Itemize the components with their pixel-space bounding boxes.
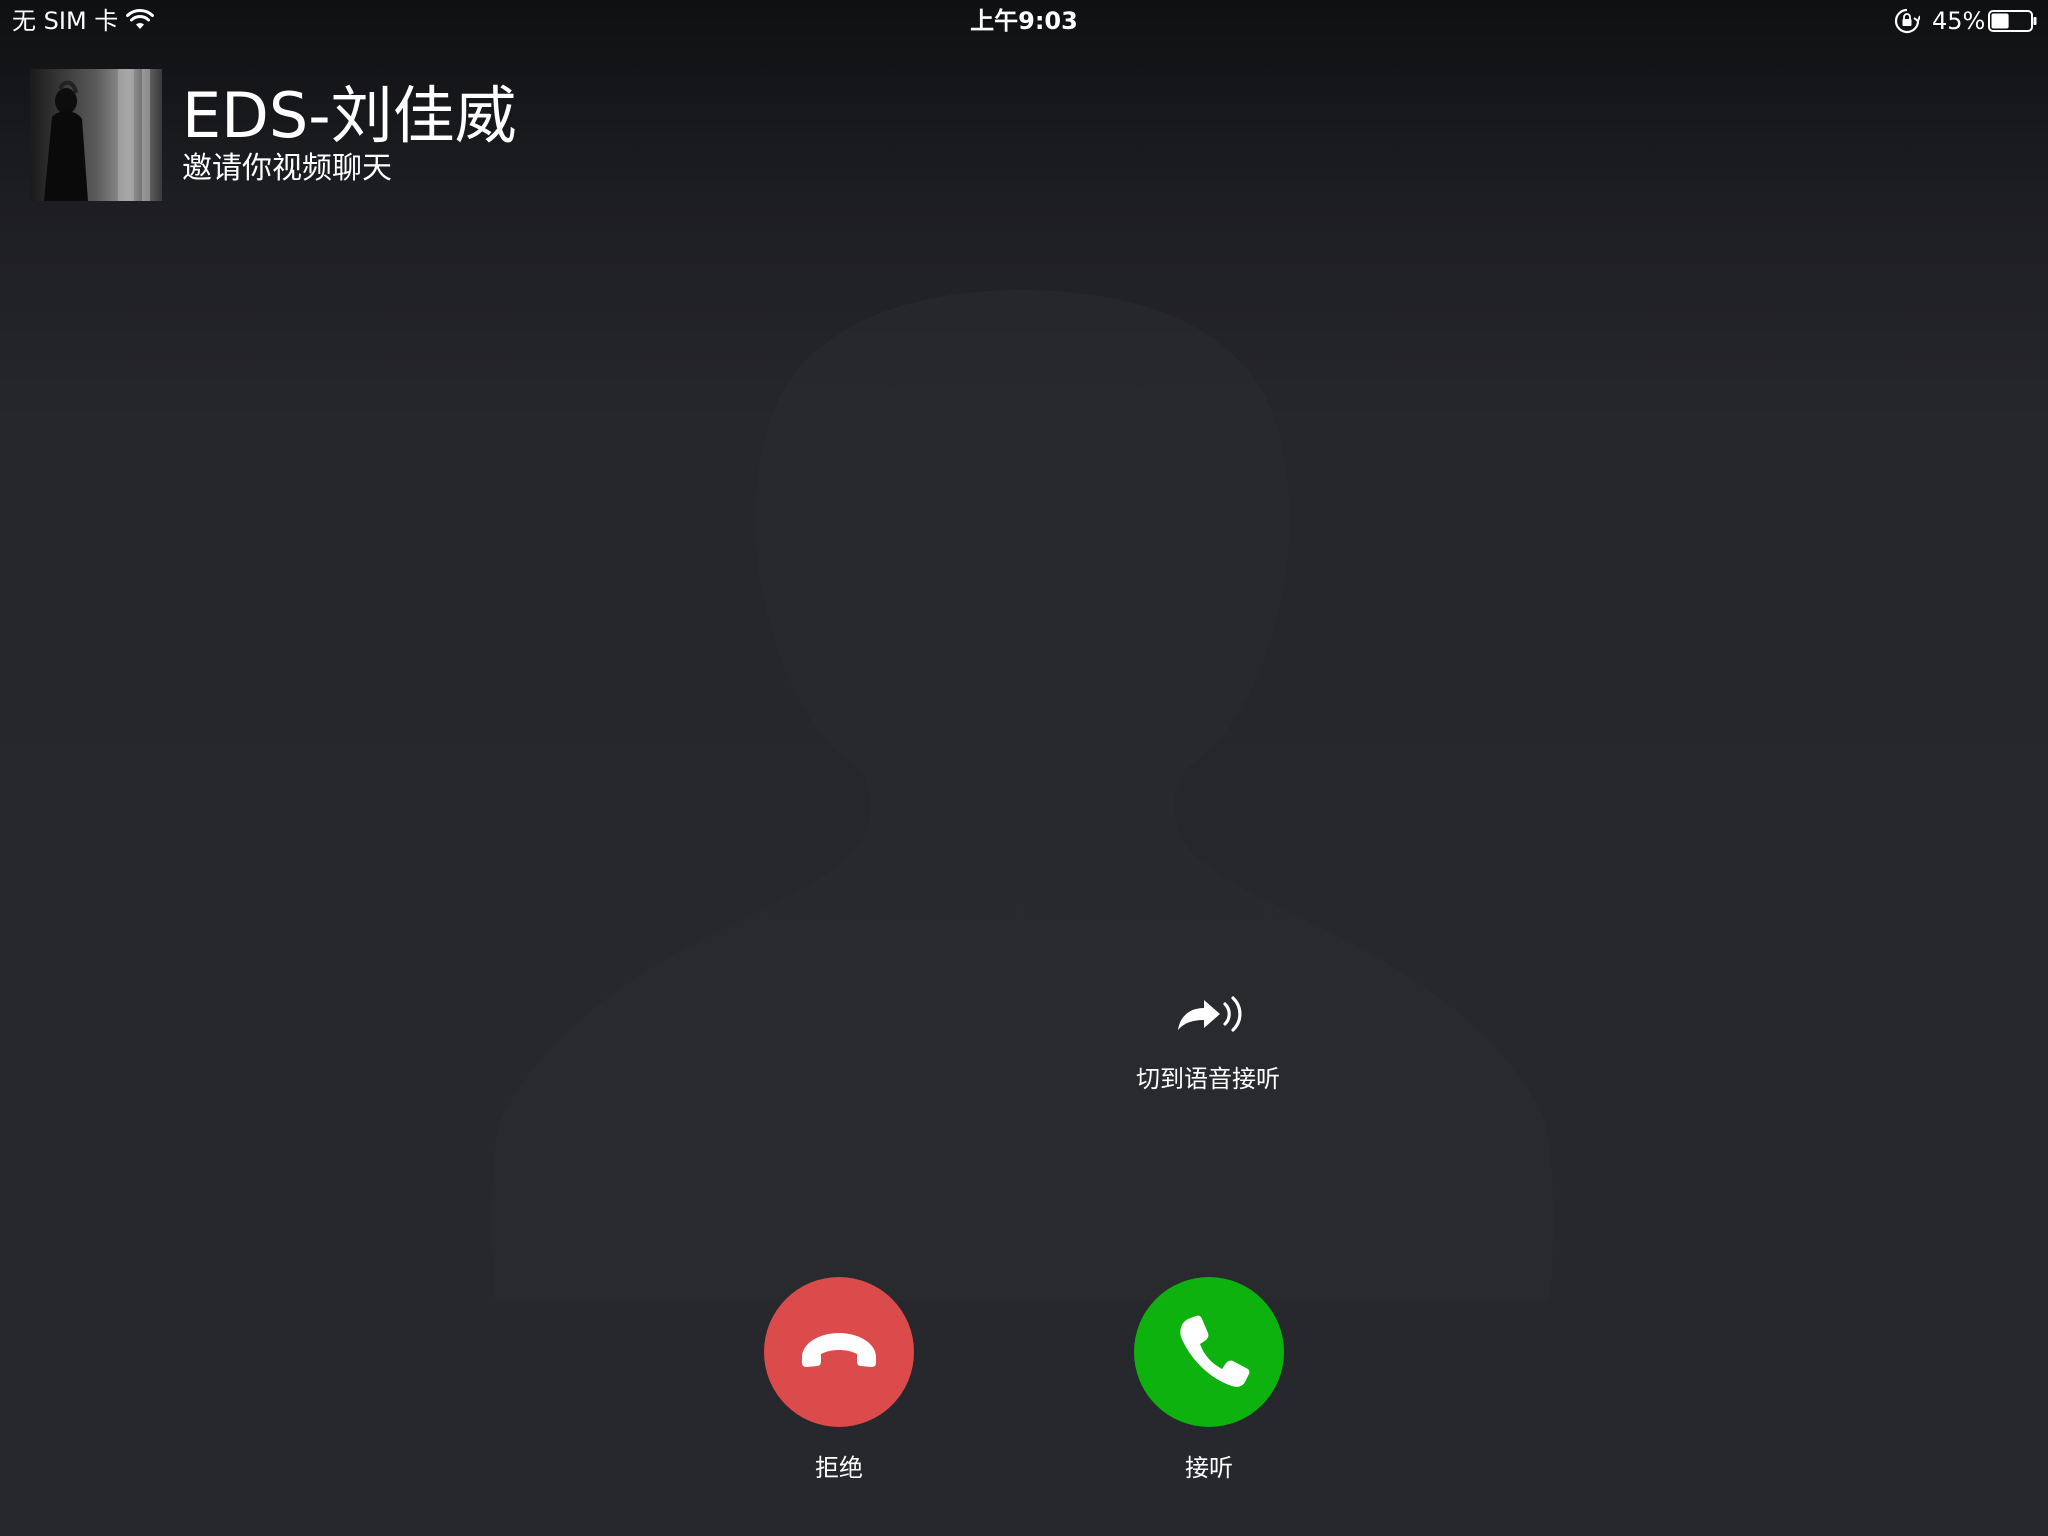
accept-label: 接听 bbox=[1185, 1454, 1233, 1482]
call-invite-text: 邀请你视频聊天 bbox=[182, 151, 392, 186]
status-time: 上午9:03 bbox=[970, 7, 1078, 35]
decline-label: 拒绝 bbox=[815, 1454, 863, 1482]
forward-speaker-icon bbox=[1178, 996, 1242, 1032]
switch-to-voice-label: 切到语音接听 bbox=[1136, 1065, 1280, 1093]
accept-button[interactable] bbox=[1134, 1277, 1284, 1427]
battery-fill bbox=[1991, 13, 2009, 29]
decline-button[interactable] bbox=[764, 1277, 914, 1427]
person-silhouette-placeholder bbox=[491, 290, 1554, 1300]
phone-icon bbox=[1180, 1315, 1250, 1387]
battery-icon bbox=[1988, 10, 2037, 32]
battery-percentage: 45% bbox=[1932, 7, 1986, 35]
caller-name: EDS-刘佳威 bbox=[182, 79, 517, 152]
video-call-invite-screen: 无 SIM 卡 上午9:03 45% EDS-刘佳威 邀请你视频聊天 切到语音接… bbox=[0, 0, 2048, 1536]
caller-avatar[interactable] bbox=[30, 69, 162, 201]
avatar-photo bbox=[30, 69, 162, 201]
status-bar: 无 SIM 卡 上午9:03 45% bbox=[0, 0, 2048, 42]
hang-up-phone-icon bbox=[802, 1333, 876, 1367]
rotation-lock-icon bbox=[1894, 8, 1920, 34]
switch-to-voice-button[interactable]: 切到语音接听 bbox=[1108, 980, 1308, 1100]
